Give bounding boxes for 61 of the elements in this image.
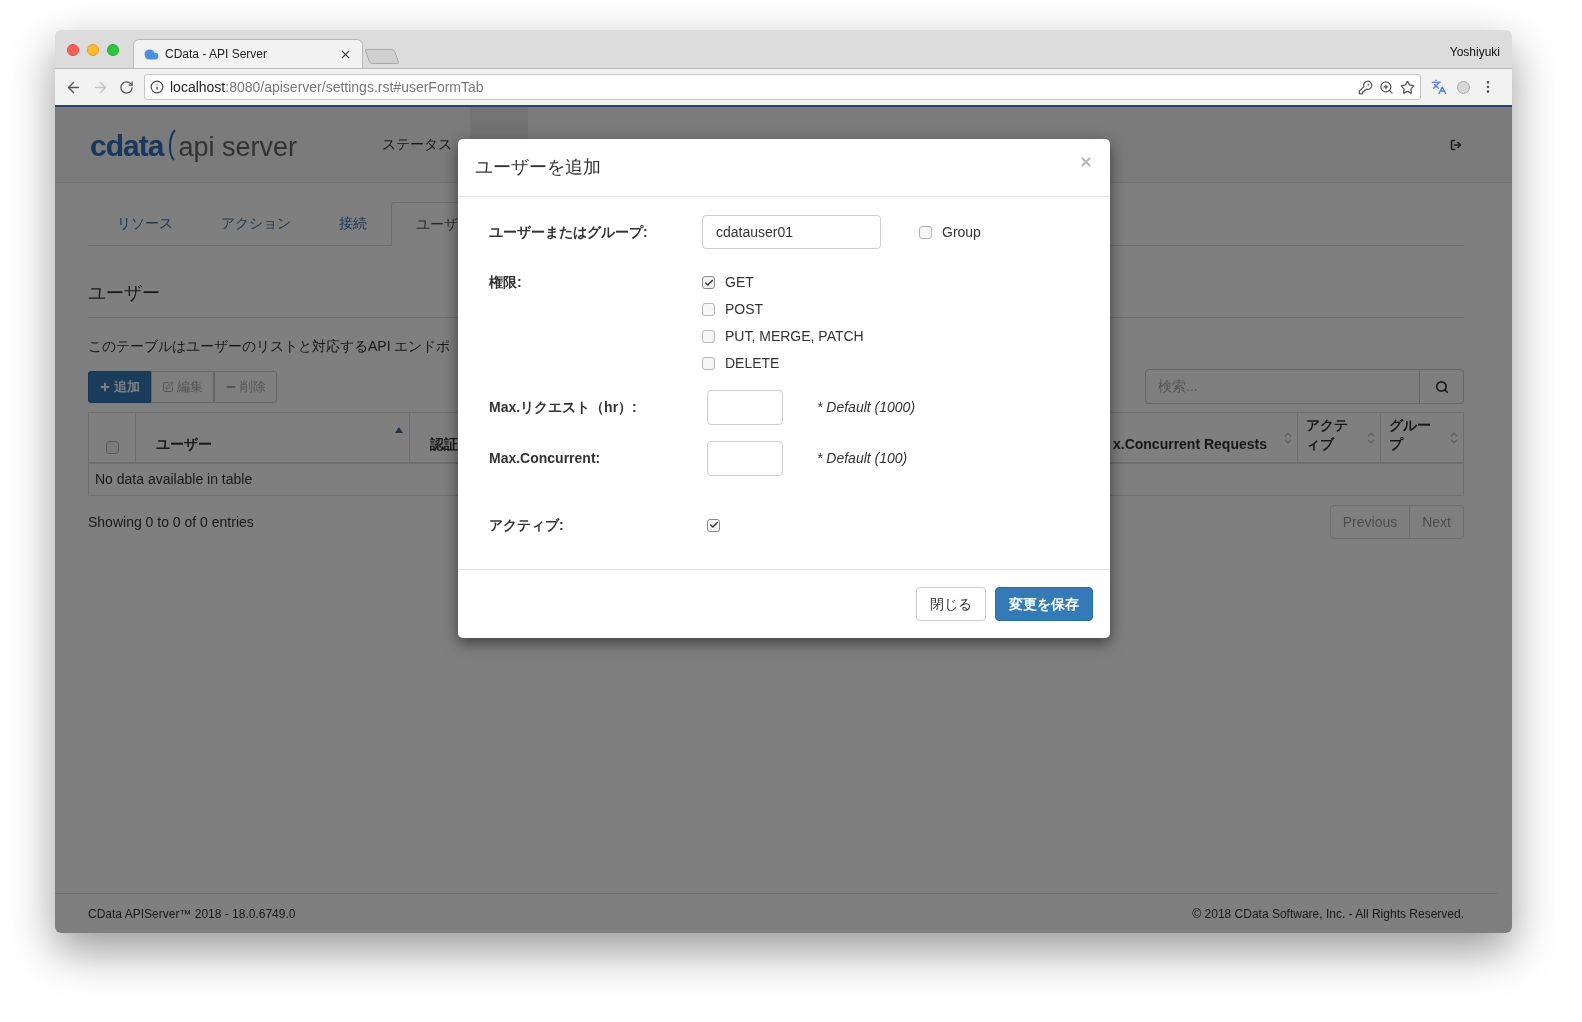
checkbox[interactable] [702,357,715,370]
checkbox[interactable] [919,225,932,239]
minimize-window-icon[interactable] [87,44,99,56]
nav-item[interactable]: ステータス [380,107,453,182]
table-info: Showing 0 to 0 of 0 entries [88,512,254,532]
checkbox-label: Group [942,222,981,242]
logo-brand: cdata [90,130,164,161]
reload-icon[interactable] [119,79,134,95]
close-window-icon[interactable] [67,44,79,56]
url-text: localhost:8080/apiserver/settings.rst#userFormTab [170,77,485,97]
maximize-window-icon[interactable] [107,44,119,56]
close-button[interactable]: 閉じる [916,587,986,621]
default-hint: * Default (100) [817,449,908,468]
field-label: アクティブ: [489,515,565,535]
edit-icon [162,380,174,393]
default-hint: * Default (1000) [817,398,916,417]
plus-icon [99,380,111,393]
profile-name[interactable]: Yoshiyuki [1449,43,1500,61]
zoom-icon[interactable] [1379,79,1394,95]
table-cell-text: No data available in table [94,470,254,489]
checkbox[interactable] [105,441,119,454]
tab[interactable]: リソース [93,202,197,245]
browser-tab[interactable]: CData - API Server [133,39,363,68]
address-bar[interactable]: localhost:8080/apiserver/settings.rst#userFormTab [144,74,1421,100]
checkbox[interactable] [702,276,715,289]
add-button[interactable]: 追加 [88,370,151,403]
column-header[interactable]: ユーザー [135,413,409,462]
number-input[interactable] [707,390,783,425]
column-header[interactable]: グループ [1380,413,1463,462]
description: このテーブルはユーザーのリストと対応するAPI エンドポ [88,337,451,356]
tab[interactable]: アクション [197,202,315,245]
cloud-icon [144,46,159,62]
field-label: Max.リクエスト（hr）: [489,398,638,417]
logo-product: api server [178,133,297,161]
user-input[interactable]: cdatauser01 [702,215,881,249]
checkbox-label: POST [725,300,764,319]
field-label: ユーザーまたはグループ: [489,222,649,242]
checkbox[interactable] [702,330,715,343]
column-header[interactable]: アクティブ [1297,413,1380,462]
tab[interactable]: 接続 [315,202,391,245]
checkbox[interactable] [707,518,720,532]
checkbox-label: DELETE [725,354,780,373]
save-button[interactable]: 変更を保存 [995,587,1093,621]
search-icon [1434,379,1449,394]
key-icon[interactable] [1358,79,1373,95]
extension-icon[interactable] [1457,80,1470,94]
tab-title: CData - API Server [165,46,269,63]
number-input[interactable] [707,441,783,476]
info-icon[interactable] [150,80,164,94]
cloud-arc-icon [167,128,177,161]
footer-version: CData APIServer™ 2018 - 18.0.6749.0 [88,905,296,923]
star-icon[interactable] [1400,79,1415,95]
checkbox-label: PUT, MERGE, PATCH [725,327,864,346]
logout-icon[interactable] [1450,138,1462,151]
footer-copyright: © 2018 CData Software, Inc. - All Rights Reserved. [1192,905,1464,923]
search-button[interactable] [1420,369,1464,404]
translate-icon[interactable] [1431,79,1447,95]
field-label: Max.Concurrent: [489,449,602,468]
checkbox[interactable] [702,303,715,316]
dialog-title: ユーザーを追加 [475,156,601,179]
new-tab-icon[interactable] [364,49,400,64]
